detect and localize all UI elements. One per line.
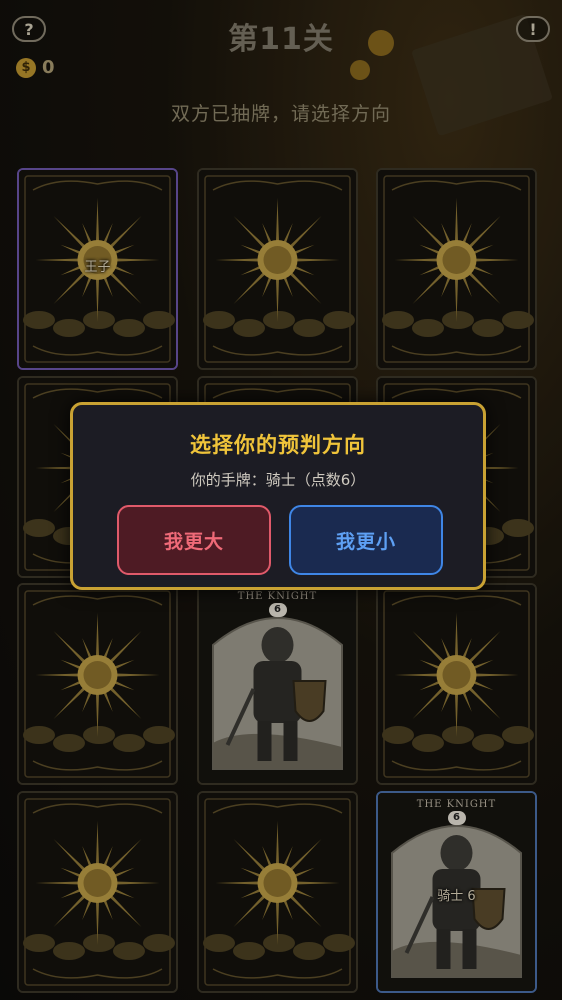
dialog-title: 选择你的预判方向 (190, 433, 366, 457)
bigger-button[interactable]: 我更大 (117, 505, 271, 575)
smaller-button[interactable]: 我更小 (289, 505, 443, 575)
direction-dialog: 选择你的预判方向 你的手牌：骑士（点数6） 我更大 我更小 (70, 402, 486, 590)
dialog-hand-info: 你的手牌：骑士（点数6） (190, 471, 366, 489)
